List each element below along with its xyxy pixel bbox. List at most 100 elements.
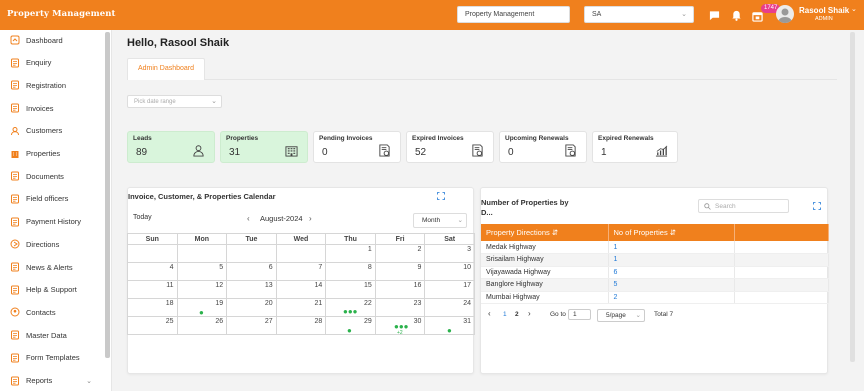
sidebar-item-payment-history[interactable]: Payment History xyxy=(10,215,100,229)
event-dot[interactable]: ● xyxy=(447,327,452,335)
chevron-down-icon[interactable]: ⌄ xyxy=(86,377,92,385)
calendar-day-cell[interactable]: 9 xyxy=(374,262,426,281)
date-range-picker[interactable]: Pick date range ⌄ xyxy=(127,95,222,108)
sidebar-item-reports[interactable]: Reports ⌄ xyxy=(10,374,100,388)
calendar-day-cell[interactable]: 8 xyxy=(325,262,376,281)
calendar-day-cell[interactable]: 23 xyxy=(374,298,426,317)
table-row[interactable]: Vijayawada Highway 6 xyxy=(481,266,829,279)
calendar-day-cell[interactable]: 15 xyxy=(325,280,376,299)
calendar-day-cell[interactable]: 25 xyxy=(127,316,178,335)
tab-admin-dashboard[interactable]: Admin Dashboard xyxy=(127,58,205,80)
calendar-day-cell[interactable]: 7 xyxy=(275,262,327,281)
calendar-day-cell[interactable]: 21 xyxy=(275,298,327,317)
sidebar-item-properties[interactable]: Properties xyxy=(10,147,100,161)
card-expired-invoices[interactable]: Expired Invoices 52 xyxy=(406,131,494,163)
chat-icon[interactable] xyxy=(709,10,720,21)
calendar-day-cell[interactable]: 26 xyxy=(176,316,228,335)
event-dots[interactable]: ●●● xyxy=(343,308,358,316)
sidebar-item-enquiry[interactable]: Enquiry xyxy=(10,56,100,70)
sidebar-item-master-data[interactable]: Master Data xyxy=(10,328,100,342)
count-link[interactable]: 1 xyxy=(608,253,735,267)
card-upcoming-renewals[interactable]: Upcoming Renewals 0 xyxy=(499,131,587,163)
more-events-link[interactable]: +2 xyxy=(397,330,403,336)
calendar-view-select[interactable]: Month ⌄ xyxy=(413,213,467,228)
calendar-day-cell[interactable]: 3 xyxy=(424,244,475,263)
brand-title[interactable]: Property Management xyxy=(7,9,116,19)
calendar-day-cell[interactable]: 1 xyxy=(325,244,376,263)
table-row[interactable]: Mumbai Highway 2 xyxy=(481,291,829,304)
chevron-left-icon[interactable]: ‹ xyxy=(247,214,250,223)
sidebar-item-invoices[interactable]: Invoices xyxy=(10,101,100,115)
sidebar-item-customers[interactable]: Customers xyxy=(10,124,100,138)
calendar-day-cell[interactable]: 13 xyxy=(226,280,277,299)
spacer-cell xyxy=(734,278,829,292)
sidebar-item-contacts[interactable]: Contacts xyxy=(10,305,100,319)
count-link[interactable]: 1 xyxy=(608,241,735,254)
chevron-down-icon[interactable]: ⌄ xyxy=(851,5,857,13)
calendar-day-cell[interactable]: 10 xyxy=(424,262,475,281)
calendar-day-cell[interactable]: 2 xyxy=(374,244,426,263)
page-1-button[interactable]: 1 xyxy=(503,311,507,318)
calendar-day-cell[interactable] xyxy=(275,244,327,263)
calendar-day-cell[interactable] xyxy=(226,244,277,263)
user-name[interactable]: Rasool Shaik xyxy=(799,6,849,15)
table-row[interactable]: Srisailam Highway 1 xyxy=(481,253,829,267)
calendar-day-cell[interactable]: 5 xyxy=(176,262,228,281)
page-2-button[interactable]: 2 xyxy=(515,311,519,318)
calendar-day-cell[interactable]: 18 xyxy=(127,298,178,317)
calendar-day-cell[interactable]: 27 xyxy=(226,316,277,335)
sidebar-item-form-templates[interactable]: Form Templates xyxy=(10,351,100,365)
column-header-count[interactable]: No of Properties ⇵ xyxy=(608,224,735,241)
sort-icon[interactable]: ⇵ xyxy=(552,228,558,237)
card-expired-renewals[interactable]: Expired Renewals 1 xyxy=(592,131,678,163)
page-size-select[interactable]: 5/page ⌄ xyxy=(597,309,645,322)
card-properties[interactable]: Properties 31 xyxy=(220,131,308,163)
count-link[interactable]: 5 xyxy=(608,278,735,292)
goto-page-input[interactable]: 1 xyxy=(568,309,591,320)
avatar[interactable] xyxy=(776,5,794,23)
calendar-day-cell[interactable] xyxy=(127,244,178,263)
calendar-day-cell[interactable] xyxy=(176,244,228,263)
table-row[interactable]: Medak Highway 1 xyxy=(481,241,829,254)
sidebar-item-registration[interactable]: Registration xyxy=(10,78,100,92)
module-select[interactable]: Property Management xyxy=(457,6,570,23)
calendar-day-cell[interactable]: 16 xyxy=(374,280,426,299)
sidebar-item-directions[interactable]: Directions xyxy=(10,237,100,251)
today-button[interactable]: Today xyxy=(133,214,152,221)
event-dot[interactable]: ● xyxy=(199,309,204,317)
expand-icon[interactable] xyxy=(813,202,821,210)
count-link[interactable]: 2 xyxy=(608,291,735,304)
calendar-day-cell[interactable]: 12 xyxy=(176,280,228,299)
sidebar-item-documents[interactable]: Documents xyxy=(10,169,100,183)
org-select[interactable]: SA ⌄ xyxy=(584,6,694,23)
sort-icon[interactable]: ⇵ xyxy=(670,228,676,237)
calendar-day-cell[interactable]: 28 xyxy=(275,316,327,335)
sidebar-scrollbar[interactable] xyxy=(105,32,110,358)
expand-icon[interactable] xyxy=(437,192,445,200)
chevron-left-icon[interactable]: ‹ xyxy=(488,309,491,318)
bell-icon[interactable] xyxy=(731,10,742,21)
sidebar-item-help-support[interactable]: Help & Support xyxy=(10,283,100,297)
calendar-day-cell[interactable]: 4 xyxy=(127,262,178,281)
sidebar-item-news-alerts[interactable]: News & Alerts xyxy=(10,260,100,274)
page-scrollbar[interactable] xyxy=(850,32,855,362)
card-pending-invoices[interactable]: Pending Invoices 0 xyxy=(313,131,401,163)
count-link[interactable]: 6 xyxy=(608,266,735,279)
chevron-right-icon[interactable]: › xyxy=(528,309,531,318)
calendar-day-cell[interactable]: 24 xyxy=(424,298,475,317)
calendar-day-cell[interactable]: 20 xyxy=(226,298,277,317)
sidebar-item-dashboard[interactable]: Dashboard xyxy=(10,33,100,47)
column-header-direction[interactable]: Property Directions ⇵ xyxy=(481,224,609,241)
card-leads[interactable]: Leads 89 xyxy=(127,131,215,163)
calendar-day-cell[interactable]: 11 xyxy=(127,280,178,299)
table-row[interactable]: Banglore Highway 5 xyxy=(481,278,829,292)
calendar-day-cell[interactable]: 17 xyxy=(424,280,475,299)
direction-cell: Vijayawada Highway xyxy=(481,266,609,279)
calendar-day-cell[interactable]: 14 xyxy=(275,280,327,299)
event-dot[interactable]: ● xyxy=(347,327,352,335)
sidebar-item-field-officers[interactable]: Field officers xyxy=(10,192,100,206)
chevron-right-icon[interactable]: › xyxy=(309,214,312,223)
calendar-icon[interactable] xyxy=(752,11,763,22)
calendar-day-cell[interactable]: 6 xyxy=(226,262,277,281)
search-input[interactable]: Search xyxy=(698,199,789,213)
